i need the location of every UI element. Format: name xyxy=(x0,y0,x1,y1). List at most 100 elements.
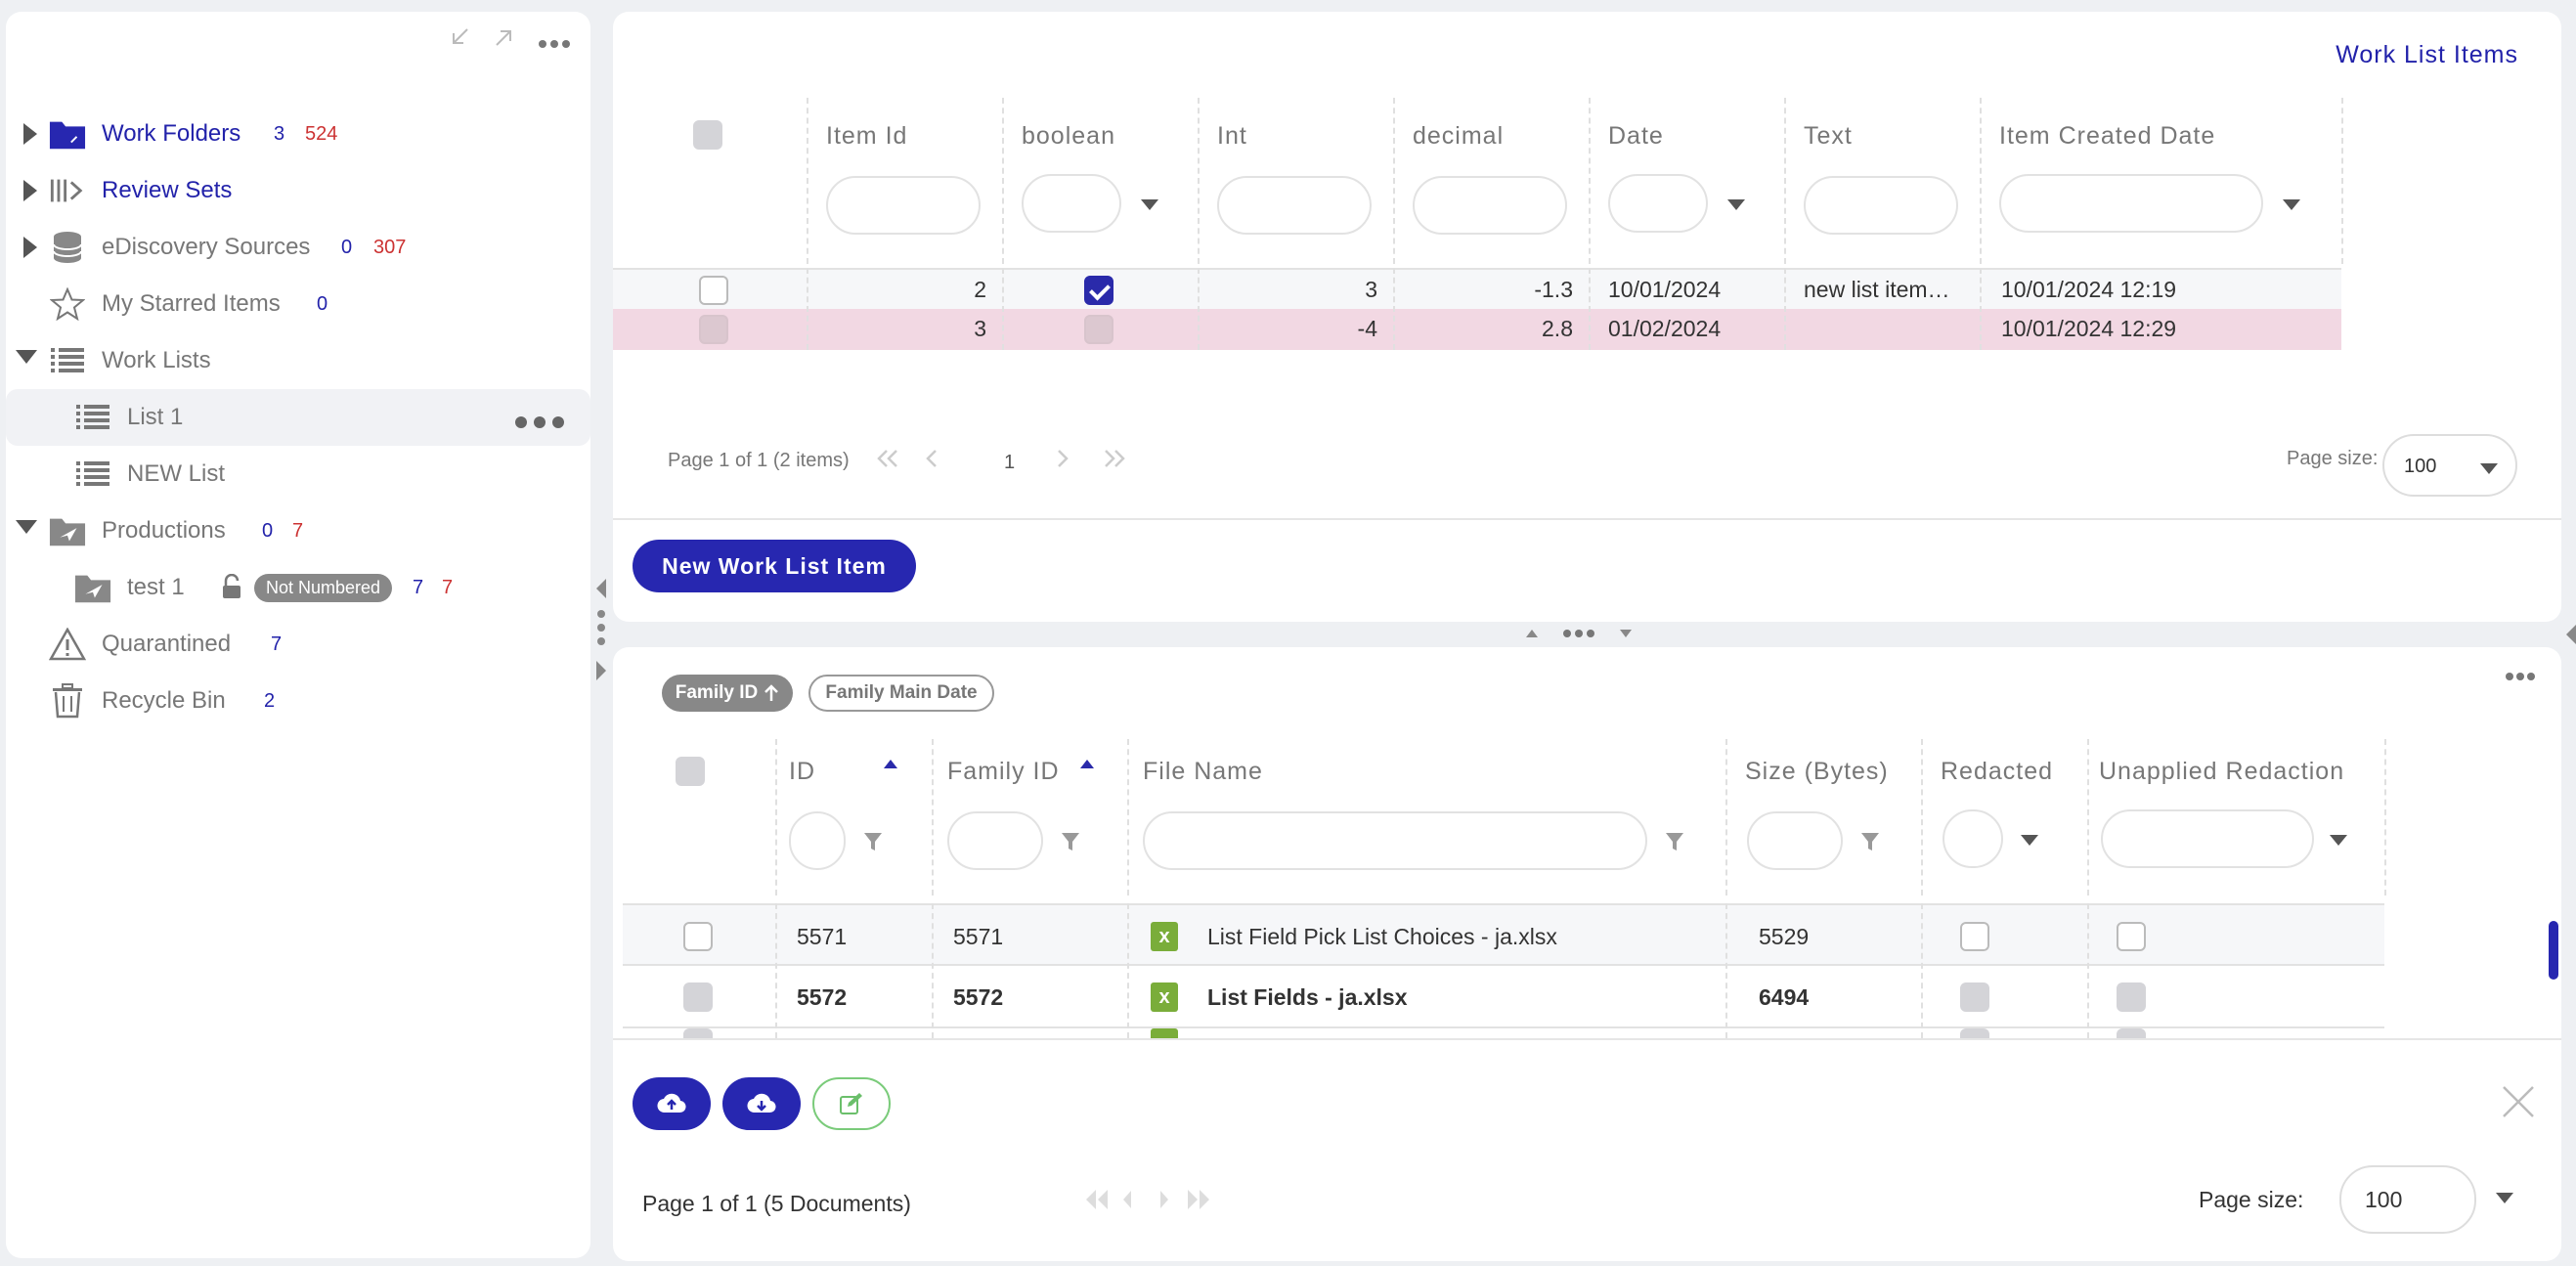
page-size-select[interactable]: 100 xyxy=(2339,1165,2476,1234)
table-row-partial[interactable]: x xyxy=(623,1028,2384,1038)
page-size-select[interactable]: 100 xyxy=(2382,434,2517,497)
cell-file-name[interactable]: List Field Pick List Choices - ja.xlsx xyxy=(1207,924,1557,950)
sidebar-item-new-list[interactable]: NEW List xyxy=(6,446,590,502)
table-row[interactable]: 5572 5572 x List Fields - ja.xlsx 6494 xyxy=(623,966,2384,1028)
table-row-selected[interactable]: 3 -4 2.8 01/02/2024 10/01/2024 12:29 xyxy=(613,309,2341,350)
column-header-redacted[interactable]: Redacted xyxy=(1941,758,2053,786)
sidebar-item-review-sets[interactable]: Review Sets xyxy=(6,162,590,219)
filter-date[interactable] xyxy=(1608,174,1708,233)
filter-size[interactable] xyxy=(1747,811,1843,870)
collapse-arrow-icon[interactable] xyxy=(16,520,37,534)
unapplied-redaction-checkbox[interactable] xyxy=(2117,922,2146,951)
edit-button[interactable] xyxy=(812,1077,891,1130)
select-all-checkbox[interactable] xyxy=(676,757,705,786)
filter-icon[interactable] xyxy=(1061,831,1080,852)
table-row[interactable]: 5571 5571 x List Field Pick List Choices… xyxy=(623,903,2384,966)
redacted-checkbox[interactable] xyxy=(1960,1028,1989,1038)
sidebar-item-productions[interactable]: Productions 0 7 xyxy=(6,502,590,559)
filter-id[interactable] xyxy=(789,811,846,870)
chevron-down-icon[interactable] xyxy=(2496,1193,2513,1203)
upload-button[interactable] xyxy=(633,1077,711,1130)
column-divider xyxy=(1784,268,1786,350)
chevron-down-icon[interactable] xyxy=(1727,199,1745,210)
count-blue: 2 xyxy=(264,689,276,712)
sort-chip-family-main-date[interactable]: Family Main Date xyxy=(808,675,994,712)
filter-item-created-date[interactable] xyxy=(1999,174,2263,233)
boolean-checkbox[interactable] xyxy=(1084,315,1113,344)
unapplied-redaction-checkbox[interactable] xyxy=(2117,982,2146,1012)
select-all-checkbox[interactable] xyxy=(693,120,722,150)
filter-boolean[interactable] xyxy=(1022,174,1121,233)
pager-next-last[interactable] xyxy=(1051,448,1129,475)
pager-controls[interactable] xyxy=(1082,1187,1219,1217)
chevron-down-icon[interactable] xyxy=(2021,835,2038,846)
filter-item-id[interactable] xyxy=(826,176,981,235)
column-header-int[interactable]: Int xyxy=(1217,122,1247,151)
cell-id: 5571 xyxy=(797,924,848,949)
column-header-family-id[interactable]: Family ID xyxy=(947,758,1060,786)
chevron-down-icon[interactable] xyxy=(2330,835,2347,846)
filter-file-name[interactable] xyxy=(1143,811,1647,870)
filter-decimal[interactable] xyxy=(1413,176,1567,235)
more-icon[interactable] xyxy=(538,25,571,56)
vertical-splitter[interactable] xyxy=(594,577,608,684)
filter-icon[interactable] xyxy=(1665,831,1684,852)
pager-first-prev[interactable] xyxy=(875,448,943,475)
redacted-checkbox[interactable] xyxy=(1960,922,1989,951)
column-header-item-created-date[interactable]: Item Created Date xyxy=(1999,122,2215,151)
column-header-file-name[interactable]: File Name xyxy=(1143,758,1263,786)
filter-icon[interactable] xyxy=(1860,831,1880,852)
column-header-decimal[interactable]: decimal xyxy=(1413,122,1504,151)
filter-redacted[interactable] xyxy=(1943,809,2003,868)
column-header-size[interactable]: Size (Bytes) xyxy=(1745,758,1889,786)
sidebar-item-list-1[interactable]: List 1 xyxy=(6,389,590,446)
more-icon[interactable] xyxy=(2505,669,2536,686)
column-header-text[interactable]: Text xyxy=(1804,122,1853,151)
column-header-date[interactable]: Date xyxy=(1608,122,1664,151)
sidebar-item-ediscovery-sources[interactable]: eDiscovery Sources 0 307 xyxy=(6,219,590,276)
sidebar-item-quarantined[interactable]: Quarantined 7 xyxy=(6,616,590,673)
filter-family-id[interactable] xyxy=(947,811,1043,870)
sidebar-item-work-folders[interactable]: Work Folders 3 524 xyxy=(6,106,590,162)
sidebar-item-recycle-bin[interactable]: Recycle Bin 2 xyxy=(6,673,590,729)
row-checkbox[interactable] xyxy=(683,982,713,1012)
filter-text[interactable] xyxy=(1804,176,1958,235)
pager-current-page[interactable]: 1 xyxy=(1004,452,1015,474)
vertical-scrollbar-thumb[interactable] xyxy=(2549,921,2558,980)
sidebar-item-label: Quarantined xyxy=(102,631,232,657)
redacted-checkbox[interactable] xyxy=(1960,982,1989,1012)
boolean-checkbox[interactable] xyxy=(1084,276,1113,305)
expand-arrow-icon[interactable] xyxy=(23,180,37,201)
sidebar-item-test-1[interactable]: test 1 Not Numbered 7 7 xyxy=(6,559,590,616)
column-header-id[interactable]: ID xyxy=(789,758,815,786)
column-header-unapplied-redaction[interactable]: Unapplied Redaction xyxy=(2099,758,2344,786)
chevron-down-icon[interactable] xyxy=(2283,199,2300,210)
expand-icon[interactable] xyxy=(493,25,516,56)
column-header-item-id[interactable]: Item Id xyxy=(826,122,907,151)
download-button[interactable] xyxy=(722,1077,801,1130)
filter-unapplied-redaction[interactable] xyxy=(2101,809,2314,868)
row-checkbox[interactable] xyxy=(699,276,728,305)
row-checkbox[interactable] xyxy=(683,922,713,951)
sidebar-item-starred[interactable]: My Starred Items 0 xyxy=(6,276,590,332)
sort-chip-family-id[interactable]: Family ID xyxy=(662,675,793,712)
filter-icon[interactable] xyxy=(863,831,883,852)
column-header-boolean[interactable]: boolean xyxy=(1022,122,1115,151)
close-icon[interactable] xyxy=(2502,1085,2535,1123)
collapse-arrow-icon[interactable] xyxy=(16,350,37,364)
expand-arrow-icon[interactable] xyxy=(23,237,37,258)
cell-file-name[interactable]: List Fields - ja.xlsx xyxy=(1207,984,1408,1011)
more-icon[interactable] xyxy=(514,409,565,436)
horizontal-splitter[interactable] xyxy=(1520,624,1637,643)
row-checkbox[interactable] xyxy=(699,315,728,344)
unapplied-redaction-checkbox[interactable] xyxy=(2117,1028,2146,1038)
new-work-list-item-button[interactable]: New Work List Item xyxy=(633,540,916,592)
collapse-icon[interactable] xyxy=(448,25,471,56)
chevron-down-icon[interactable] xyxy=(1141,199,1158,210)
sidebar-item-work-lists[interactable]: Work Lists xyxy=(6,332,590,389)
filter-int[interactable] xyxy=(1217,176,1372,235)
right-collapse-arrow-icon[interactable] xyxy=(2565,624,2576,650)
table-row[interactable]: 2 3 -1.3 10/01/2024 new list item… 10/01… xyxy=(613,268,2341,309)
expand-arrow-icon[interactable] xyxy=(23,123,37,145)
row-checkbox[interactable] xyxy=(683,1028,713,1038)
